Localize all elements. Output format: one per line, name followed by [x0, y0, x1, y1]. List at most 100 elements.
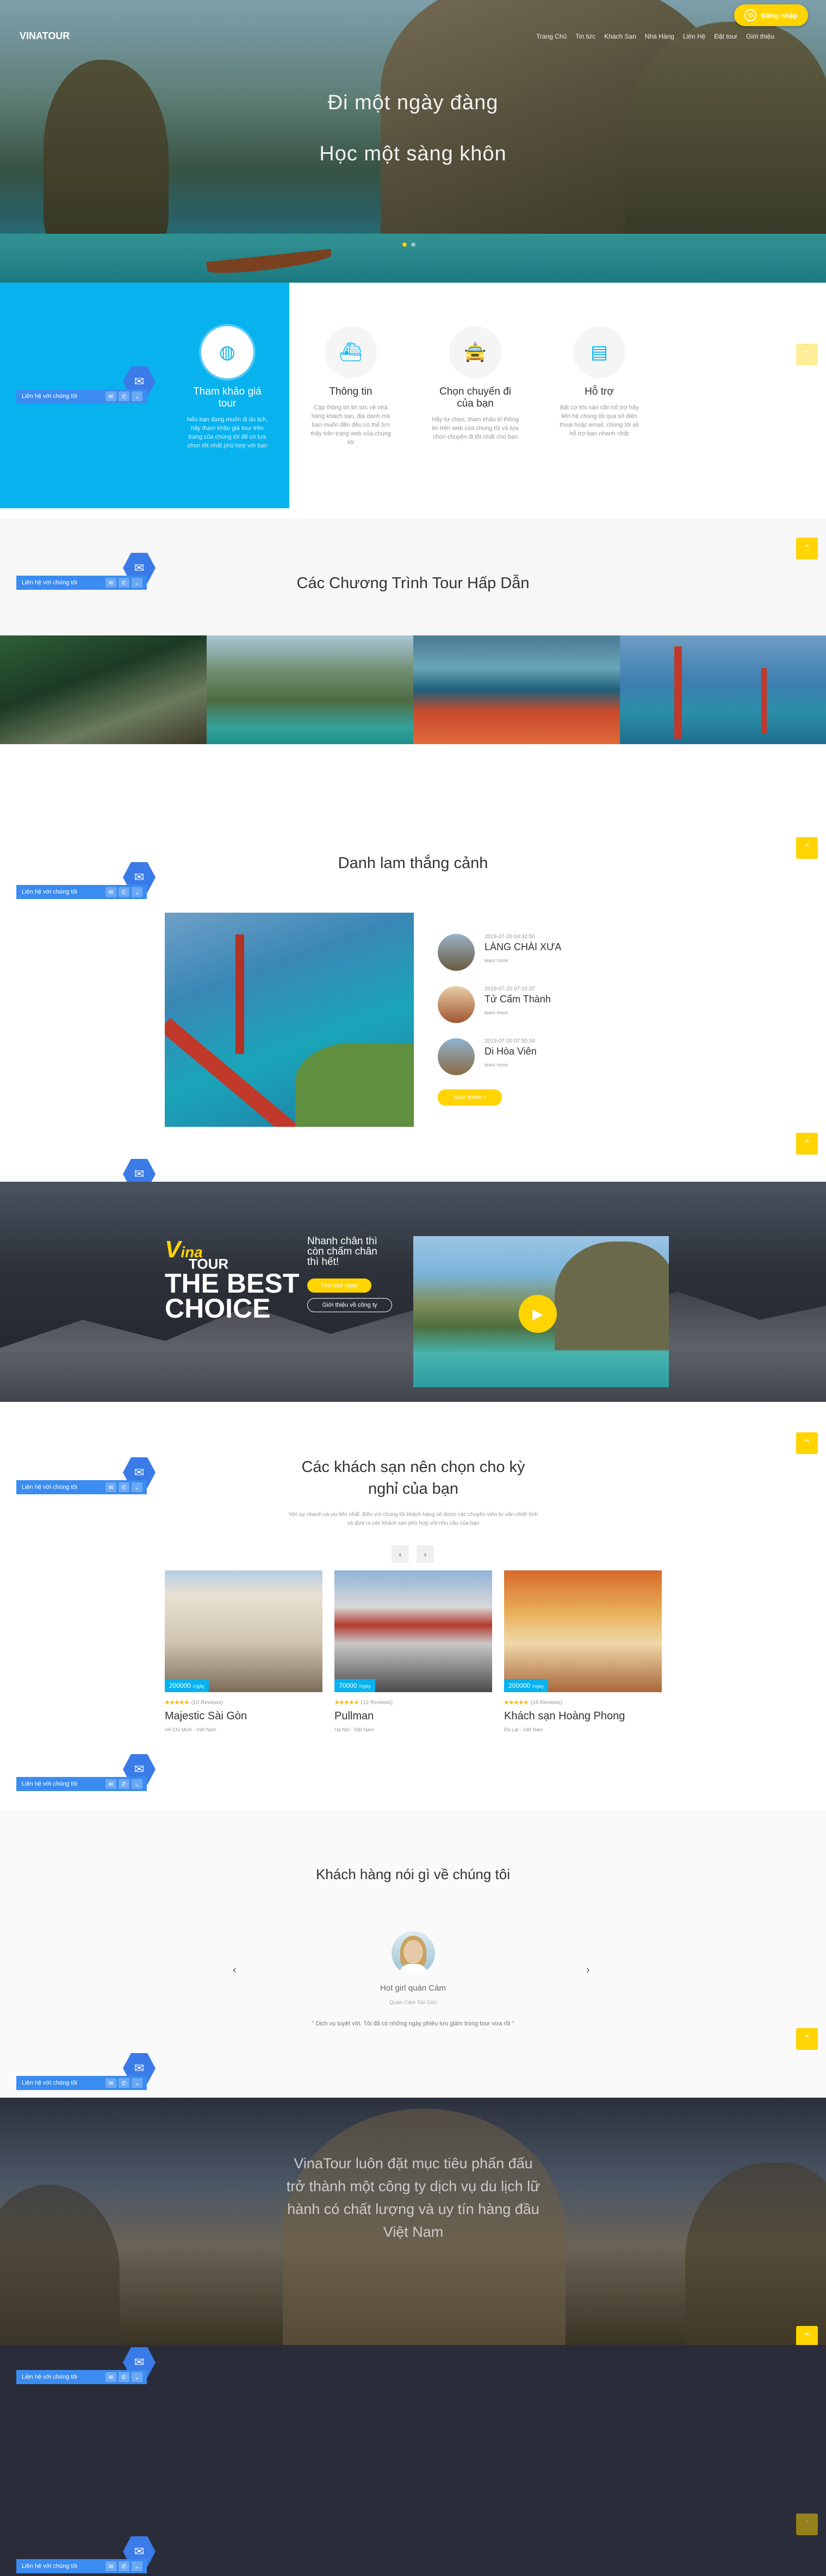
chevron-down-icon[interactable]: ⌄ — [132, 2561, 142, 2571]
tour-photo-bamboo[interactable] — [0, 635, 207, 744]
nav-item-restaurants[interactable]: Nhà Hàng — [645, 33, 674, 40]
scroll-up-button[interactable]: ⌃ — [796, 2326, 818, 2345]
chevron-down-icon[interactable]: ⌄ — [132, 391, 142, 401]
contact-bar[interactable]: Liên hệ với chúng tôi ✉✆⌄ — [16, 2370, 147, 2384]
chevron-down-icon[interactable]: ⌄ — [132, 1779, 142, 1789]
about-company-button[interactable]: Giới thiệu về công ty — [307, 1298, 392, 1312]
email-icon[interactable]: ✉ — [105, 1779, 116, 1789]
scroll-up-button[interactable]: ⌃ — [796, 344, 818, 365]
phone-icon[interactable]: ✆ — [119, 2372, 129, 2382]
contact-widget[interactable]: ✉ Liên hệ với chúng tôi ✉✆⌄ — [16, 1457, 156, 1494]
scroll-up-button[interactable]: ⌃ — [796, 1133, 818, 1155]
landscape-name[interactable]: LÀNG CHÀI XƯA — [485, 941, 561, 953]
contact-widget[interactable]: ✉ Liên hệ với chúng tôi ✉✆⌄ — [16, 2347, 156, 2384]
contact-bar[interactable]: Liên hệ với chúng tôi ✉✆⌄ — [16, 2559, 147, 2573]
feature-card-info[interactable]: ⛴ Thông tin Cập thông tin tin tức về nhà… — [307, 326, 394, 447]
hotel-name[interactable]: Majestic Sài Gòn — [165, 1710, 322, 1723]
landscape-item[interactable]: 2019-07-20 04:42:50 LÀNG CHÀI XƯA learn … — [438, 934, 579, 977]
phone-icon[interactable]: ✆ — [119, 2561, 129, 2571]
feature-card-price[interactable]: ◍ Tham khảo giá tour Nếu bạn đang muốn đ… — [184, 326, 271, 450]
tour-photo-bridge[interactable] — [620, 635, 826, 744]
chevron-down-icon[interactable]: ⌄ — [132, 1482, 142, 1492]
scroll-up-button[interactable]: ⌃ — [796, 2028, 818, 2050]
find-tour-button[interactable]: Tìm tour ngay — [307, 1278, 371, 1293]
email-icon[interactable]: ✉ — [105, 2078, 116, 2088]
login-button[interactable]: ⊙ Đăng nhập — [734, 4, 808, 26]
contact-bar[interactable]: Liên hệ với chúng tôi ✉✆⌄ — [16, 576, 147, 590]
nav-item-book-tour[interactable]: Đặt tour — [714, 33, 737, 40]
contact-widget[interactable]: ✉ Liên hệ với chúng tôi ✉✆⌄ — [16, 2053, 156, 2090]
email-icon[interactable]: ✉ — [105, 2561, 116, 2571]
feature-card-trip[interactable]: 🚖 Chọn chuyến đi của bạn Hãy tự chọn, th… — [432, 326, 519, 441]
scroll-up-button[interactable]: ⌃ — [796, 1432, 818, 1454]
testimonial-section: Khách hàng nói gì về chúng tôi Hot girl … — [0, 1810, 826, 2098]
contact-bar[interactable]: Liên hệ với chúng tôi ✉✆⌄ — [16, 2076, 147, 2090]
nav-item-news[interactable]: Tin tức — [575, 33, 595, 40]
hotel-image[interactable]: 200000 /ngày — [504, 1570, 662, 1692]
nav-item-contact[interactable]: Liên Hệ — [683, 33, 705, 40]
nav-item-home[interactable]: Trang Chủ — [536, 33, 567, 40]
phone-icon[interactable]: ✆ — [119, 1482, 129, 1492]
phone-icon[interactable]: ✆ — [119, 2078, 129, 2088]
landscape-more[interactable]: learn more — [485, 1010, 508, 1015]
hotel-image[interactable]: 200000 /ngày — [165, 1570, 322, 1692]
contact-widget[interactable]: ✉ Liên hệ với chúng tôi ✉✆⌄ — [16, 366, 156, 403]
hotel-card[interactable]: 200000 /ngày ★★★★★ (18 Reviews) Khách sạn… — [504, 1570, 662, 1732]
contact-widget[interactable]: ✉ Liên hệ với chúng tôi ✉✆⌄ — [16, 1754, 156, 1791]
landscape-more[interactable]: learn more — [485, 958, 508, 963]
chevron-down-icon[interactable]: ⌄ — [132, 578, 142, 588]
hotel-card[interactable]: 70000 /ngày ★★★★★ (12 Reviews) Pullman Hà… — [334, 1570, 492, 1732]
tour-photo-resort[interactable] — [413, 635, 620, 744]
hotel-name[interactable]: Pullman — [334, 1710, 492, 1723]
phone-icon[interactable]: ✆ — [119, 391, 129, 401]
slider-dot-2[interactable] — [411, 242, 415, 247]
features-section: ◍ Tham khảo giá tour Nếu bạn đang muốn đ… — [0, 283, 826, 508]
slider-dot-1[interactable] — [402, 242, 407, 247]
next-arrow-icon[interactable]: › — [417, 1545, 434, 1563]
next-arrow-icon[interactable]: › — [586, 1964, 590, 1976]
hotel-card[interactable]: 200000 /ngày ★★★★★ (10 Reviews) Majestic … — [165, 1570, 322, 1732]
nav-item-about[interactable]: Giới thiệu — [746, 33, 774, 40]
landscape-item[interactable]: 2019-07-20 07:50:34 Di Hòa Viên learn mo… — [438, 1038, 579, 1082]
prev-arrow-icon[interactable]: ‹ — [392, 1545, 409, 1563]
landscape-more[interactable]: learn more — [485, 1062, 508, 1068]
scroll-up-button[interactable]: ⌃ — [796, 837, 818, 859]
phone-icon[interactable]: ✆ — [119, 578, 129, 588]
hotel-image[interactable]: 70000 /ngày — [334, 1570, 492, 1692]
contact-widget[interactable]: ✉ Liên hệ với chúng tôi ✉✆⌄ — [16, 553, 156, 590]
video-camera-icon[interactable]: ▶ — [519, 1295, 557, 1333]
email-icon[interactable]: ✉ — [105, 2372, 116, 2382]
contact-bar[interactable]: Liên hệ với chúng tôi ✉✆⌄ — [16, 885, 147, 899]
landscape-name[interactable]: Tử Cấm Thành — [485, 994, 551, 1005]
contact-bar[interactable]: Liên hệ với chúng tôi ✉✆⌄ — [16, 389, 147, 403]
nav-item-hotels[interactable]: Khách Sạn — [604, 33, 636, 40]
email-icon[interactable]: ✉ — [105, 578, 116, 588]
ship-icon: ⛴ — [325, 326, 377, 378]
contact-widget[interactable]: ✉ Liên hệ với chúng tôi ✉✆⌄ — [16, 2536, 156, 2573]
promo-video[interactable]: ▶ — [413, 1236, 669, 1387]
landscape-name[interactable]: Di Hòa Viên — [485, 1046, 537, 1057]
landscape-item[interactable]: 2019-07-20 07:10:37 Tử Cấm Thành learn m… — [438, 986, 579, 1030]
contact-label: Liên hệ với chúng tôi — [22, 393, 78, 400]
contact-bar[interactable]: Liên hệ với chúng tôi ✉✆⌄ — [16, 1777, 147, 1791]
hotel-location: Đà Lạt - Việt Nam — [504, 1727, 543, 1732]
email-icon[interactable]: ✉ — [105, 391, 116, 401]
tour-photo-lagoon[interactable] — [207, 635, 413, 744]
chevron-down-icon[interactable]: ⌄ — [132, 2078, 142, 2088]
contact-bar[interactable]: Liên hệ với chúng tôi ✉✆⌄ — [16, 1480, 147, 1494]
chevron-down-icon[interactable]: ⌄ — [132, 887, 142, 897]
contact-widget[interactable]: ✉ Liên hệ với chúng tôi ✉✆⌄ — [16, 862, 156, 899]
email-icon[interactable]: ✉ — [105, 887, 116, 897]
feature-card-support[interactable]: ▤ Hỗ trợ Bất cứ khi nào cần hỗ trợ hãy l… — [556, 326, 643, 438]
hotel-name[interactable]: Khách sạn Hoàng Phong — [504, 1710, 662, 1723]
scroll-up-button[interactable]: ⌃ — [796, 2513, 818, 2535]
view-more-button[interactable]: Xem thêm > — [438, 1089, 502, 1106]
phone-icon[interactable]: ✆ — [119, 1779, 129, 1789]
scroll-up-button[interactable]: ⌃ — [796, 538, 818, 559]
email-icon[interactable]: ✉ — [105, 1482, 116, 1492]
phone-icon[interactable]: ✆ — [119, 887, 129, 897]
landscape-featured-image[interactable] — [165, 913, 414, 1127]
site-logo[interactable]: VINATOUR — [20, 30, 70, 42]
chevron-down-icon[interactable]: ⌄ — [132, 2372, 142, 2382]
prev-arrow-icon[interactable]: ‹ — [233, 1964, 237, 1976]
